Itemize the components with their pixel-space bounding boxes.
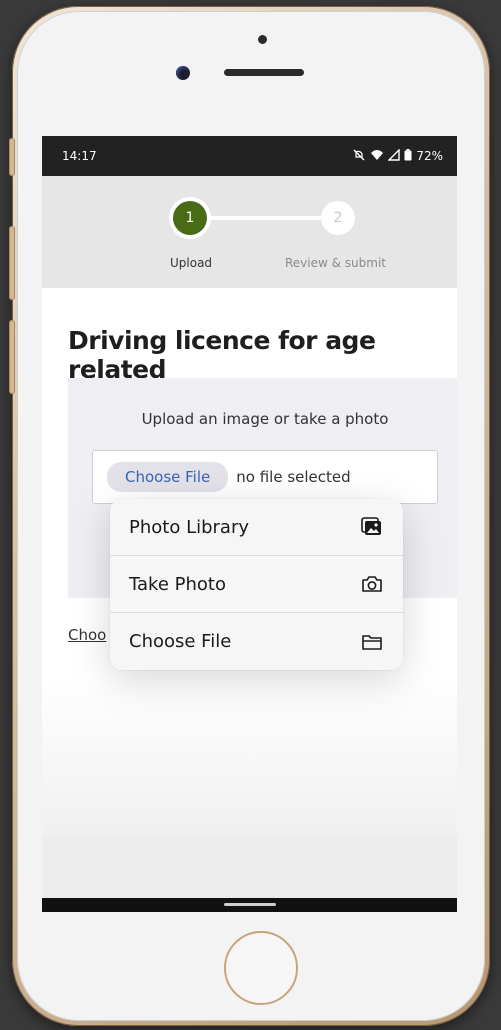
menu-item-label: Take Photo (129, 573, 226, 595)
battery-percent: 72% (416, 149, 443, 163)
mute-switch (9, 138, 15, 176)
volume-down-button (9, 320, 15, 394)
menu-item-photo-library[interactable]: Photo Library (110, 499, 403, 556)
step-1-label: Upload (170, 256, 213, 270)
folder-icon (361, 631, 383, 653)
battery-icon (404, 148, 412, 164)
status-time: 14:17 (62, 149, 97, 163)
camera-icon (361, 573, 383, 595)
earpiece-speaker (224, 69, 304, 76)
status-icons: 72% (352, 147, 443, 164)
proximity-sensor (258, 35, 267, 44)
menu-item-label: Photo Library (129, 516, 250, 538)
page-title: Driving licence for age related (68, 326, 376, 384)
menu-item-label: Choose File (129, 631, 232, 652)
status-bar: 14:17 72% (42, 136, 457, 176)
menu-item-take-photo[interactable]: Take Photo (110, 556, 403, 613)
photo-library-icon (361, 516, 383, 538)
footer-area (42, 836, 457, 898)
home-indicator[interactable] (224, 903, 276, 906)
wifi-icon (370, 149, 384, 164)
front-camera (176, 66, 190, 80)
choose-link-partial[interactable]: Choo (68, 626, 106, 644)
file-picker-menu: Photo Library Take Photo Choose File (110, 499, 403, 670)
navigation-bar (42, 898, 457, 912)
volume-up-button (9, 226, 15, 300)
menu-item-choose-file[interactable]: Choose File (110, 613, 403, 670)
content-fade (42, 676, 457, 836)
signal-icon (387, 147, 401, 164)
home-button[interactable] (224, 931, 298, 1005)
step-connector (205, 216, 329, 220)
file-input[interactable]: Choose File no file selected (92, 450, 438, 504)
choose-file-button[interactable]: Choose File (107, 462, 229, 492)
step-1-indicator: 1 (173, 201, 207, 235)
mute-icon (352, 149, 366, 164)
progress-stepper: 1 2 Upload Review & submit (42, 176, 457, 288)
step-2-label: Review & submit (285, 256, 387, 270)
file-status: no file selected (236, 468, 351, 486)
upload-hint: Upload an image or take a photo (141, 410, 389, 428)
step-2-indicator: 2 (321, 201, 355, 235)
